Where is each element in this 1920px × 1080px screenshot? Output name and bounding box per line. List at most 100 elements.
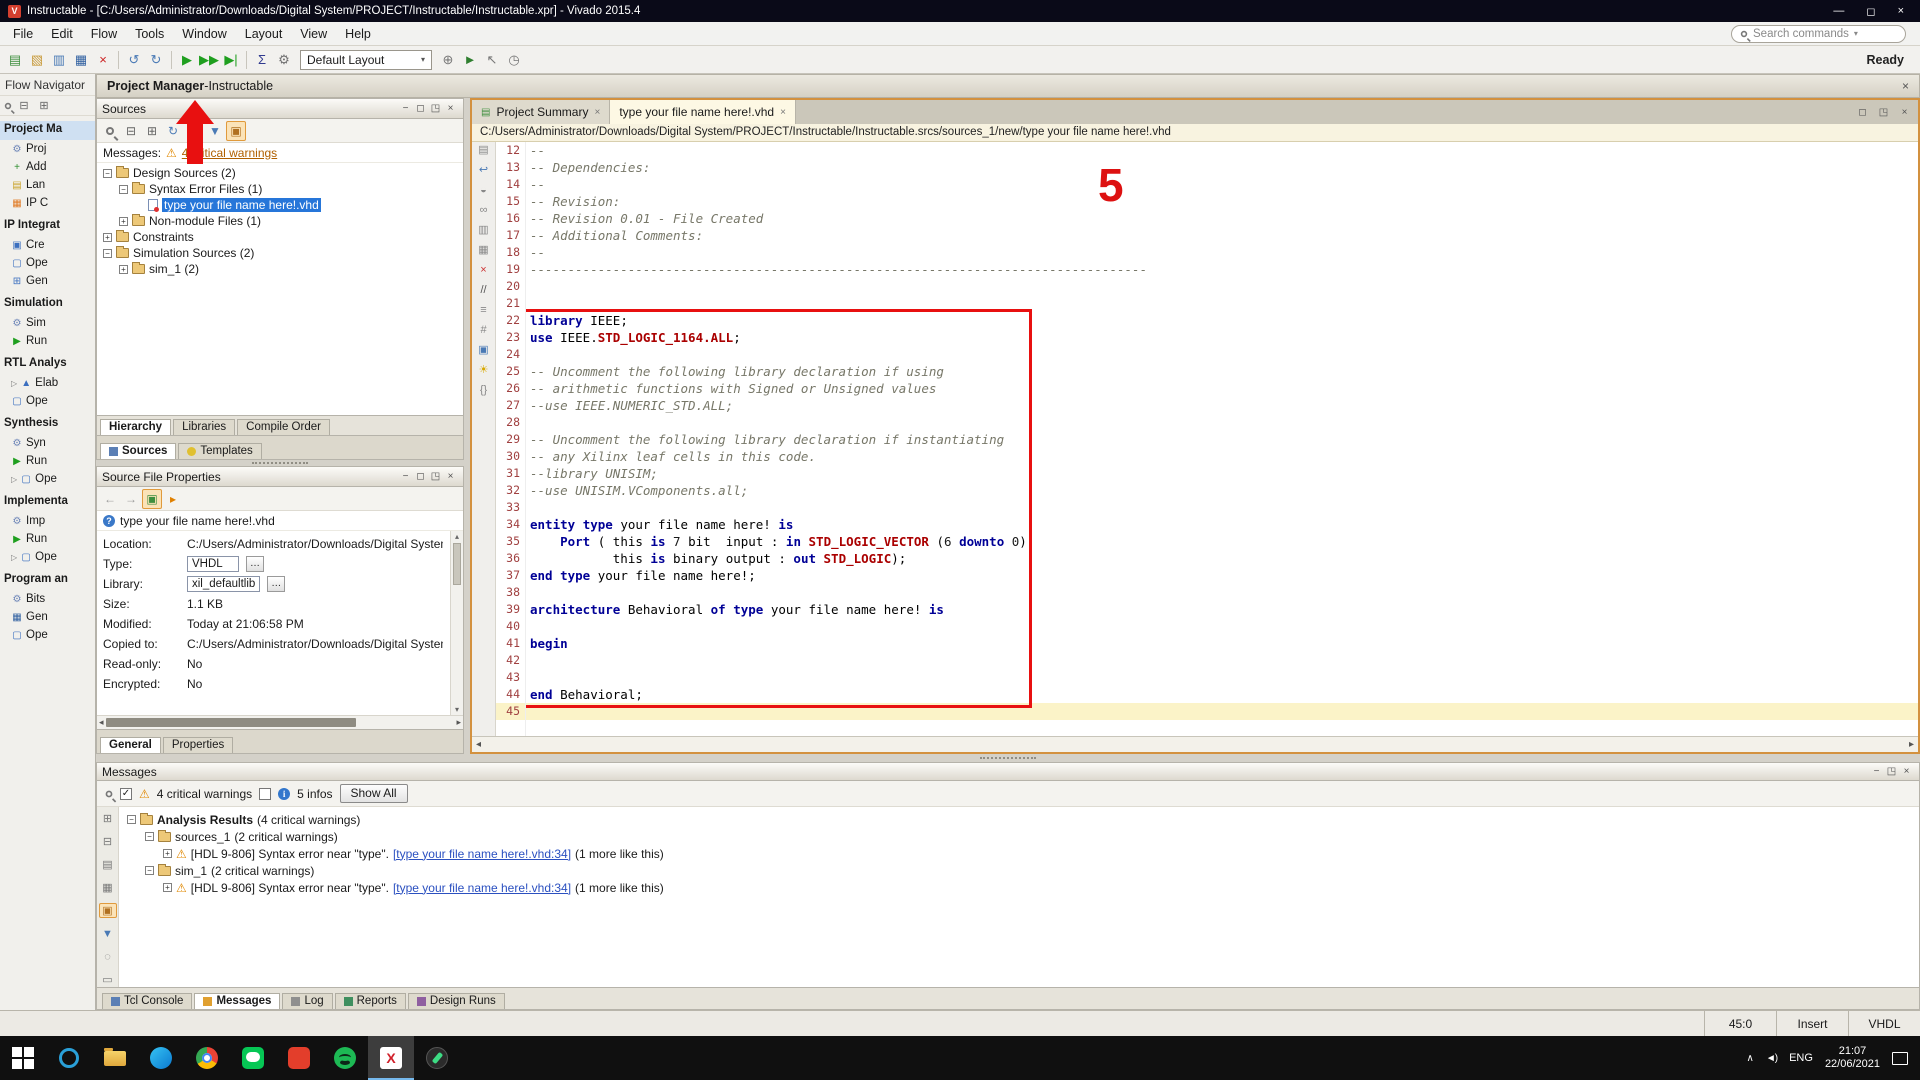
code-line[interactable]: -- (526, 176, 1918, 193)
copy-icon[interactable]: ▥ (48, 49, 70, 71)
horizontal-scrollbar[interactable]: ◂ ▸ (472, 736, 1918, 752)
message-file-link[interactable]: [type your file name here!.vhd:34] (393, 881, 571, 895)
message-row[interactable]: −Analysis Results (4 critical warnings) (121, 811, 1917, 828)
code-line[interactable]: -- (526, 244, 1918, 261)
scroll-left-icon[interactable]: ◂ (476, 739, 481, 750)
minimize-icon[interactable]: − (398, 102, 413, 116)
code-line[interactable]: --library UNISIM; (526, 465, 1918, 482)
tree-item-label[interactable]: Constraints (133, 230, 194, 244)
message-row[interactable]: +⚠[HDL 9-806] Syntax error near "type". … (121, 845, 1917, 862)
code-area[interactable]: ---- Dependencies:---- Revision:-- Revis… (526, 142, 1918, 736)
scrollbar-thumb[interactable] (106, 718, 356, 727)
open-file-icon[interactable]: ▧ (26, 49, 48, 71)
close-icon[interactable]: × (1899, 765, 1914, 779)
taskbar-edge[interactable] (138, 1036, 184, 1080)
maximize-window-icon[interactable]: ◻ (1866, 5, 1875, 18)
save-icon[interactable]: ▦ (99, 880, 117, 895)
language-indicator[interactable]: ENG (1789, 1052, 1813, 1064)
code-line[interactable] (526, 346, 1918, 363)
run-icon[interactable]: ▶ (176, 49, 198, 71)
file-icon[interactable]: ▤ (478, 145, 488, 156)
code-line[interactable]: begin (526, 635, 1918, 652)
link-icon[interactable]: ∞ (480, 205, 488, 216)
expander-icon[interactable]: − (103, 169, 112, 178)
flownav-section-ip-integrat[interactable]: IP Integrat (0, 217, 95, 236)
scroll-to-selected-icon[interactable]: ▣ (226, 121, 246, 141)
flownav-simulation-settings[interactable]: ⚙Sim (0, 314, 95, 332)
tree-item-label[interactable]: Non-module Files (1) (149, 214, 261, 228)
scroll-right-icon[interactable]: ▸ (456, 717, 461, 728)
funnel-icon[interactable]: ▼ (99, 926, 117, 941)
float-icon[interactable]: ◻ (1855, 105, 1870, 119)
expander-icon[interactable]: − (103, 249, 112, 258)
close-icon[interactable]: × (443, 102, 458, 116)
menu-flow[interactable]: Flow (82, 24, 126, 44)
chevron-up-icon[interactable]: ∧ (1747, 1053, 1754, 1064)
tab-reports[interactable]: Reports (335, 993, 406, 1009)
menu-window[interactable]: Window (173, 24, 235, 44)
infos-filter-checkbox[interactable] (259, 788, 271, 800)
search-commands-input[interactable]: Search commands ▾ (1731, 25, 1906, 43)
minimize-window-icon[interactable]: — (1833, 5, 1844, 18)
message-file-link[interactable]: [type your file name here!.vhd:34] (393, 847, 571, 861)
close-window-icon[interactable]: × (1898, 5, 1904, 18)
tab-tcl-console[interactable]: Tcl Console (102, 993, 192, 1009)
code-line[interactable]: -- Revision 0.01 - File Created (526, 210, 1918, 227)
tree-item-label[interactable]: Syntax Error Files (1) (149, 182, 262, 196)
collapse-all-icon[interactable]: ⊟ (16, 98, 32, 114)
code-line[interactable]: architecture Behavioral of type your fil… (526, 601, 1918, 618)
horizontal-scrollbar[interactable]: ◂ ▸ (97, 715, 463, 729)
redo-icon[interactable]: ↻ (145, 49, 167, 71)
close-tab-icon[interactable]: × (780, 107, 786, 118)
undo-marker-icon[interactable]: ↩ (479, 165, 488, 176)
code-line[interactable] (526, 618, 1918, 635)
code-line[interactable]: -- Dependencies: (526, 159, 1918, 176)
tab-compile-order[interactable]: Compile Order (237, 419, 330, 435)
tab-messages[interactable]: Messages (194, 993, 280, 1009)
expander-icon[interactable]: ▷ (11, 475, 17, 484)
dart-icon[interactable]: ► (459, 49, 481, 71)
flownav-elaborated-design[interactable]: ▷▲Elab (0, 374, 95, 392)
close-icon[interactable]: × (1897, 105, 1912, 119)
flownav-open-implemented-design[interactable]: ▷▢Ope (0, 548, 95, 566)
tab-libraries[interactable]: Libraries (173, 419, 235, 435)
ellipsis-button[interactable]: … (267, 576, 285, 592)
close-tab-icon[interactable]: × (594, 107, 600, 118)
block-icon[interactable]: ▣ (478, 345, 488, 356)
flownav-run-implementation[interactable]: ▶Run (0, 530, 95, 548)
scroll-up-icon[interactable]: ▴ (451, 532, 463, 541)
tree-item[interactable]: − Design Sources (2) (97, 165, 463, 181)
flownav-run-simulation[interactable]: ▶Run (0, 332, 95, 350)
tree-item-label[interactable]: Design Sources (2) (133, 166, 236, 180)
expander-icon[interactable]: + (163, 883, 172, 892)
scroll-left-icon[interactable]: ◂ (99, 717, 104, 728)
close-icon[interactable]: × (443, 470, 458, 484)
taskbar-red-app[interactable] (276, 1036, 322, 1080)
taskbar-android-studio[interactable] (414, 1036, 460, 1080)
tree-item[interactable]: + Constraints (97, 229, 463, 245)
copy-icon[interactable]: ▥ (478, 225, 488, 236)
comment-icon[interactable]: ◒ (480, 185, 487, 196)
clock-icon[interactable]: ◷ (503, 49, 525, 71)
tab-design-runs[interactable]: Design Runs (408, 993, 505, 1009)
menu-file[interactable]: File (4, 24, 42, 44)
start-button[interactable] (0, 1036, 46, 1080)
taskbar-spotify[interactable] (322, 1036, 368, 1080)
bulb-icon[interactable]: ☀ (479, 365, 489, 376)
tree-item-label[interactable]: type your file name here!.vhd (162, 198, 321, 212)
clock[interactable]: 21:07 22/06/2021 (1825, 1045, 1880, 1071)
flownav-ip-catalog[interactable]: ▦IP C (0, 194, 95, 212)
tab-templates[interactable]: Templates (178, 443, 261, 459)
flownav-create-block-design[interactable]: ▣Cre (0, 236, 95, 254)
expander-icon[interactable]: + (103, 233, 112, 242)
typeinput[interactable]: VHDL (187, 556, 239, 572)
undo-icon[interactable]: ↺ (123, 49, 145, 71)
code-line[interactable]: ----------------------------------------… (526, 261, 1918, 278)
flownav-open-synthesized-design[interactable]: ▷▢Ope (0, 470, 95, 488)
delete-icon[interactable]: × (480, 265, 486, 276)
flownav-bitstream-settings[interactable]: ⚙Bits (0, 590, 95, 608)
code-line[interactable]: --use IEEE.NUMERIC_STD.ALL; (526, 397, 1918, 414)
clear-icon[interactable]: ◌ (99, 949, 117, 964)
editor-tab-type-your-file-name-here-vhd[interactable]: type your file name here!.vhd× (610, 100, 796, 124)
filter-warnings-icon[interactable]: ▣ (99, 903, 117, 918)
